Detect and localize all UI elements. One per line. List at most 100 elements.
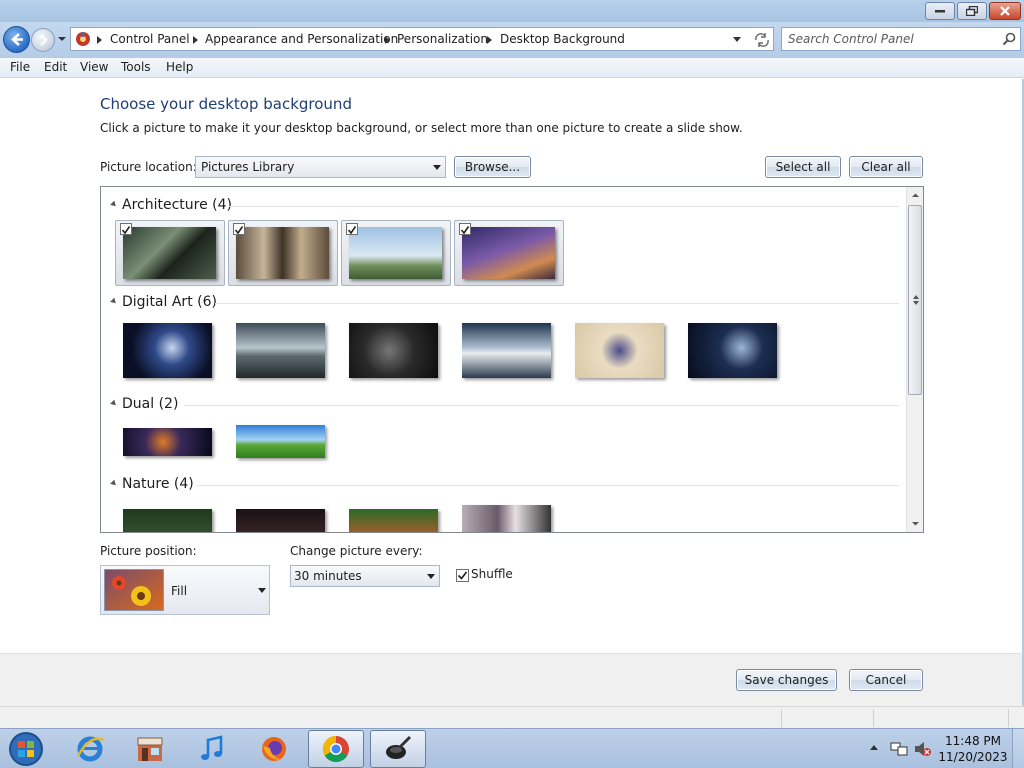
store-icon [137, 737, 163, 761]
collapse-triangle-icon[interactable] [110, 479, 118, 488]
scroll-up-icon[interactable] [908, 189, 923, 201]
show-hidden-icons-button[interactable] [870, 745, 878, 750]
menu-help[interactable]: Help [166, 60, 193, 74]
thumbnail-checkbox[interactable] [120, 223, 132, 235]
back-button[interactable] [3, 26, 30, 53]
show-desktop-button[interactable] [1012, 729, 1024, 768]
flower-preview-icon [105, 570, 163, 610]
volume-muted-icon[interactable] [914, 741, 932, 757]
system-clock[interactable]: 11:48 PM 11/20/2023 [936, 733, 1010, 765]
group-header-architecture[interactable]: Architecture (4) [109, 197, 899, 215]
menu-file[interactable]: File [10, 60, 30, 74]
breadcrumb-desktop-background[interactable]: Desktop Background [500, 32, 625, 46]
picture-position-dropdown[interactable]: Fill [100, 565, 270, 615]
search-input[interactable] [788, 31, 998, 47]
thumbnail-checkbox[interactable] [233, 223, 245, 235]
search-box[interactable] [781, 27, 1021, 51]
recent-pages-icon[interactable] [57, 34, 67, 44]
checkmark-icon [234, 226, 244, 235]
collapse-triangle-icon[interactable] [110, 297, 118, 306]
thumbnail-digital-art-2[interactable] [236, 323, 325, 378]
thumbnail-image [236, 227, 329, 279]
menu-bar: File Edit View Tools Help [0, 58, 1024, 78]
thumbnail-architecture-3[interactable] [341, 220, 451, 286]
browse-button[interactable]: Browse... [454, 156, 531, 178]
thumbnail-nature-4[interactable] [462, 505, 551, 532]
breadcrumb-appearance[interactable]: Appearance and Personalization [205, 32, 398, 46]
thumbnail-digital-art-6[interactable] [688, 323, 777, 378]
start-button[interactable] [6, 730, 46, 768]
thumbnail-architecture-2[interactable] [228, 220, 338, 286]
thumbnail-digital-art-5[interactable] [575, 323, 664, 378]
clear-all-button[interactable]: Clear all [849, 156, 923, 178]
thumbnail-architecture-1[interactable] [115, 220, 225, 286]
change-interval-dropdown[interactable]: 30 minutes [290, 565, 440, 587]
address-dropdown-icon[interactable] [733, 37, 741, 42]
breadcrumb-control-panel[interactable]: Control Panel [110, 32, 190, 46]
picture-location-dropdown[interactable]: Pictures Library [195, 156, 446, 178]
thumbnail-dual-2[interactable] [236, 425, 325, 458]
restore-button[interactable] [957, 2, 987, 20]
chrome-button[interactable] [308, 730, 364, 768]
firefox-button[interactable] [246, 730, 302, 768]
cancel-button[interactable]: Cancel [849, 669, 923, 691]
close-button[interactable] [989, 2, 1021, 20]
network-icon[interactable] [890, 741, 908, 757]
select-all-button[interactable]: Select all [765, 156, 841, 178]
music-player-button[interactable] [184, 730, 240, 768]
menu-view[interactable]: View [80, 60, 108, 74]
status-bar [0, 706, 1024, 728]
picture-position-label: Picture position: [100, 544, 197, 558]
chrome-icon [322, 735, 349, 763]
thumbnail-checkbox[interactable] [459, 223, 471, 235]
scroll-grip-icon [913, 295, 919, 305]
navigation-bar: Control Panel Appearance and Personaliza… [0, 22, 1024, 58]
close-icon [1000, 6, 1010, 16]
chevron-down-icon [433, 165, 441, 170]
thumbnail-digital-art-3[interactable] [349, 323, 438, 378]
menu-tools[interactable]: Tools [121, 60, 151, 74]
internet-explorer-button[interactable] [62, 730, 118, 768]
gallery-scrollbar[interactable] [906, 187, 923, 532]
minimize-button[interactable] [925, 2, 955, 20]
checkmark-icon [121, 226, 131, 235]
status-divider [873, 709, 874, 727]
picture-position-value: Fill [171, 584, 188, 598]
group-header-dual[interactable]: Dual (2) [109, 396, 899, 414]
address-bar[interactable]: Control Panel Appearance and Personaliza… [70, 27, 774, 51]
picture-gallery[interactable]: Architecture (4) Digital Art (6) Dual (2… [100, 186, 924, 533]
change-interval-value: 30 minutes [294, 569, 362, 583]
shuffle-checkbox[interactable] [456, 569, 469, 582]
collapse-triangle-icon[interactable] [110, 399, 118, 408]
save-changes-button[interactable]: Save changes [736, 669, 837, 691]
thumbnail-digital-art-1[interactable] [123, 323, 212, 378]
thumbnail-checkbox[interactable] [346, 223, 358, 235]
shuffle-label[interactable]: Shuffle [471, 567, 513, 581]
refresh-icon[interactable] [753, 31, 771, 47]
thumbnail-nature-2[interactable] [236, 509, 325, 532]
thumbnail-nature-3[interactable] [349, 509, 438, 532]
scroll-down-icon[interactable] [908, 518, 923, 530]
paint-button[interactable] [370, 730, 426, 768]
page-title: Choose your desktop background [100, 95, 352, 113]
menu-edit[interactable]: Edit [44, 60, 67, 74]
search-icon[interactable] [1002, 32, 1016, 46]
status-divider [1008, 709, 1009, 727]
thumbnail-nature-1[interactable] [123, 509, 212, 532]
thumbnail-image [349, 227, 442, 279]
thumbnail-image [123, 227, 216, 279]
breadcrumb-personalization[interactable]: Personalization [397, 32, 488, 46]
forward-button[interactable] [31, 28, 55, 52]
group-header-nature[interactable]: Nature (4) [109, 476, 899, 494]
thumbnail-image [462, 227, 555, 279]
clock-date: 11/20/2023 [938, 750, 1008, 764]
group-header-digital-art[interactable]: Digital Art (6) [109, 294, 899, 312]
thumbnail-dual-1[interactable] [123, 428, 212, 456]
clock-time: 11:48 PM [945, 734, 1001, 748]
thumbnail-architecture-4[interactable] [454, 220, 564, 286]
scrollbar-thumb[interactable] [908, 205, 922, 395]
store-button[interactable] [122, 730, 178, 768]
breadcrumb-separator [193, 36, 198, 44]
collapse-triangle-icon[interactable] [110, 200, 118, 209]
thumbnail-digital-art-4[interactable] [462, 323, 551, 378]
